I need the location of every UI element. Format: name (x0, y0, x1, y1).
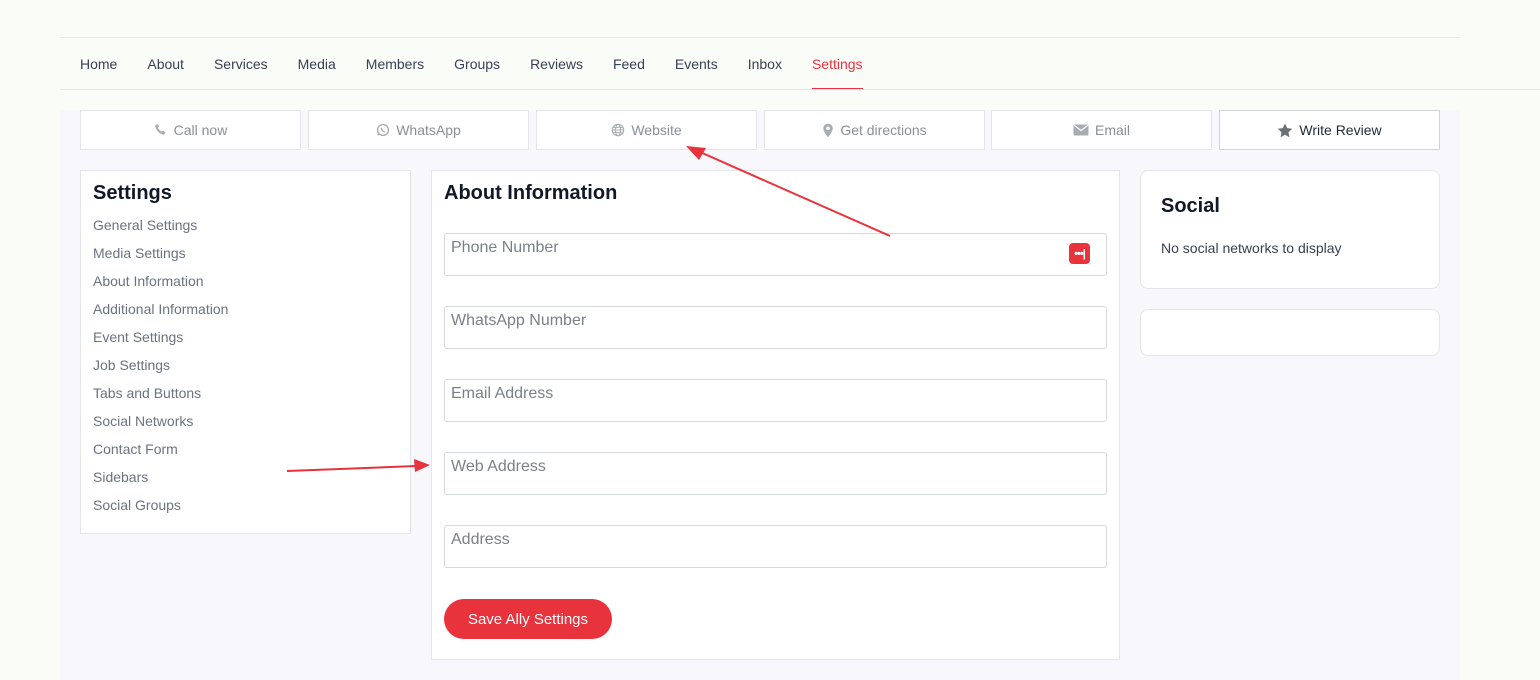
empty-widget-panel (1140, 309, 1440, 356)
settings-link-general[interactable]: General Settings (93, 211, 398, 239)
nav-item-events[interactable]: Events (675, 38, 718, 89)
settings-link-job[interactable]: Job Settings (93, 351, 398, 379)
nav-item-reviews[interactable]: Reviews (530, 38, 583, 89)
phone-number-placeholder: Phone Number (451, 239, 559, 256)
social-panel: Social No social networks to display (1140, 170, 1440, 289)
nav-item-home[interactable]: Home (80, 38, 117, 89)
address-placeholder: Address (451, 531, 510, 548)
phone-number-field[interactable]: Phone Number •••| (444, 233, 1107, 276)
whatsapp-number-placeholder: WhatsApp Number (451, 312, 587, 329)
email-label: Email (1094, 122, 1130, 138)
email-address-field[interactable]: Email Address (444, 379, 1107, 422)
social-title: Social (1161, 195, 1220, 217)
write-review-button[interactable]: Write Review (1219, 110, 1440, 150)
get-directions-button[interactable]: Get directions (764, 110, 985, 150)
whatsapp-label: WhatsApp (396, 122, 461, 138)
whatsapp-number-field[interactable]: WhatsApp Number (444, 306, 1107, 349)
nav-item-services[interactable]: Services (214, 38, 268, 89)
action-bar: Call now WhatsApp Website Get directions… (80, 110, 1440, 150)
settings-link-additional[interactable]: Additional Information (93, 295, 398, 323)
phone-icon (154, 123, 168, 137)
whatsapp-button[interactable]: WhatsApp (308, 110, 529, 150)
social-empty-message: No social networks to display (1161, 240, 1342, 256)
address-field[interactable]: Address (444, 525, 1107, 568)
nav-item-media[interactable]: Media (298, 38, 336, 89)
settings-sidebar: Settings General Settings Media Settings… (80, 170, 411, 534)
email-address-placeholder: Email Address (451, 385, 554, 402)
write-review-label: Write Review (1299, 122, 1382, 138)
nav-item-groups[interactable]: Groups (454, 38, 500, 89)
website-label: Website (631, 122, 682, 138)
settings-link-sidebars[interactable]: Sidebars (93, 463, 398, 491)
nav-item-members[interactable]: Members (366, 38, 424, 89)
settings-link-media[interactable]: Media Settings (93, 239, 398, 267)
settings-link-social-networks[interactable]: Social Networks (93, 407, 398, 435)
nav-item-feed[interactable]: Feed (613, 38, 645, 89)
whatsapp-icon (376, 123, 390, 137)
nav-item-inbox[interactable]: Inbox (748, 38, 782, 89)
call-now-label: Call now (173, 122, 228, 138)
password-manager-icon-text: •••| (1074, 247, 1086, 260)
star-icon (1277, 123, 1293, 138)
settings-title: Settings (93, 182, 172, 204)
map-pin-icon (822, 123, 834, 138)
nav-item-settings[interactable]: Settings (811, 38, 863, 89)
password-manager-icon[interactable]: •••| (1069, 243, 1090, 264)
globe-icon (611, 123, 625, 137)
nav-item-about[interactable]: About (147, 38, 184, 89)
get-directions-label: Get directions (840, 122, 927, 138)
about-title: About Information (444, 182, 618, 204)
about-information-panel: About Information Phone Number •••| What… (431, 170, 1120, 660)
call-now-button[interactable]: Call now (80, 110, 301, 150)
envelope-icon (1073, 124, 1089, 136)
website-button[interactable]: Website (536, 110, 757, 150)
web-address-placeholder: Web Address (451, 458, 546, 475)
email-button[interactable]: Email (991, 110, 1212, 150)
settings-link-contact-form[interactable]: Contact Form (93, 435, 398, 463)
settings-link-social-groups[interactable]: Social Groups (93, 491, 398, 519)
web-address-field[interactable]: Web Address (444, 452, 1107, 495)
settings-link-event[interactable]: Event Settings (93, 323, 398, 351)
save-settings-button[interactable]: Save Ally Settings (444, 599, 612, 639)
main-nav: Home About Services Media Members Groups… (60, 38, 1540, 90)
settings-link-about[interactable]: About Information (93, 267, 398, 295)
settings-link-tabs[interactable]: Tabs and Buttons (93, 379, 398, 407)
